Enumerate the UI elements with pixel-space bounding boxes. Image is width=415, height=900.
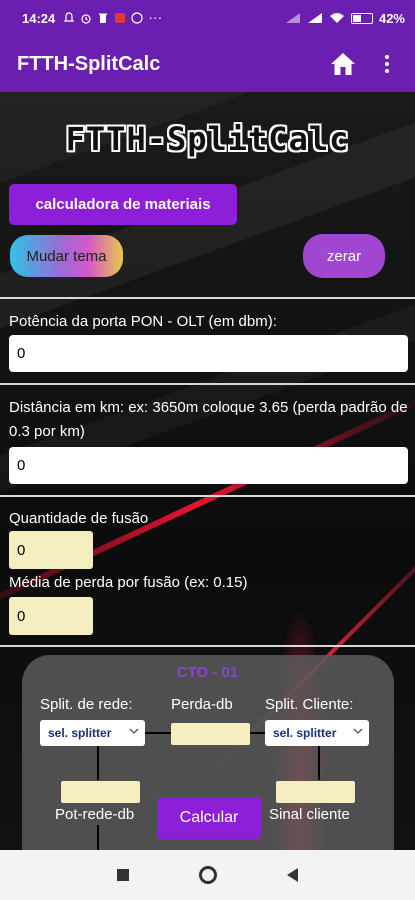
alarm-icon — [80, 12, 92, 24]
home-nav-icon[interactable] — [199, 866, 217, 884]
change-theme-button[interactable]: Mudar tema — [10, 235, 123, 277]
network-power-output — [61, 781, 140, 803]
divider — [0, 297, 415, 299]
chevron-down-icon — [129, 728, 139, 734]
cto-title: CTO - 01 — [176, 664, 239, 681]
divider — [0, 383, 415, 385]
split-network-select-value: sel. splitter — [48, 726, 112, 740]
split-network-select[interactable]: sel. splitter — [40, 720, 145, 746]
pon-power-input[interactable]: 0 — [9, 335, 408, 372]
divider — [0, 495, 415, 497]
network-power-label: Pot-rede-db — [55, 806, 135, 823]
connector-line — [318, 746, 320, 780]
app-notification-icon — [114, 12, 126, 24]
more-notifications-icon: ··· — [148, 9, 163, 25]
client-signal-output — [276, 781, 355, 803]
loss-label: Perda-db — [171, 696, 233, 713]
chevron-down-icon — [353, 728, 363, 734]
connector-line — [97, 746, 99, 780]
overflow-menu-icon[interactable] — [375, 50, 399, 78]
split-client-select-value: sel. splitter — [273, 726, 337, 740]
signal-icon-2 — [307, 13, 322, 23]
split-client-select[interactable]: sel. splitter — [265, 720, 369, 746]
battery-level: 42% — [378, 10, 405, 26]
distance-input[interactable]: 0 — [9, 447, 408, 484]
signal-icon — [285, 13, 300, 23]
app-title: FTTH-SplitCalc — [17, 52, 161, 75]
home-icon[interactable] — [329, 50, 357, 78]
battery-icon — [350, 12, 373, 24]
calculate-button[interactable]: Calcular — [157, 797, 261, 839]
fusion-loss-label: Média de perda por fusão (ex: 0.15) — [9, 574, 248, 591]
fusion-qty-input[interactable]: 0 — [9, 531, 93, 569]
loss-output — [171, 723, 250, 745]
distance-label: Distância em km: ex: 3650m coloque 3.65 … — [9, 399, 408, 440]
connector-line — [145, 732, 171, 734]
status-time: 14:24 — [22, 10, 56, 26]
connector-line — [250, 732, 265, 734]
fusion-loss-input[interactable]: 0 — [9, 597, 93, 635]
back-icon[interactable] — [287, 868, 298, 882]
wifi-icon — [329, 13, 344, 23]
trash-icon — [97, 12, 109, 24]
materials-calculator-button[interactable]: calculadora de materiais — [9, 184, 237, 225]
divider — [0, 645, 415, 647]
fusion-qty-label: Quantidade de fusão — [9, 510, 149, 527]
system-nav-bar — [0, 850, 415, 900]
pon-power-label: Potência da porta PON - OLT (em dbm): — [9, 313, 277, 330]
reset-button[interactable]: zerar — [303, 234, 385, 278]
split-client-label: Split. Cliente: — [265, 696, 354, 713]
split-network-label: Split. de rede: — [40, 696, 133, 713]
logo-title: FTTH-SplitCalc — [65, 120, 350, 158]
messenger-icon — [131, 12, 143, 24]
client-signal-label: Sinal cliente — [269, 806, 350, 823]
notification-bell-icon — [63, 12, 75, 24]
app-bar: FTTH-SplitCalc — [0, 36, 415, 92]
recent-apps-icon[interactable] — [117, 869, 129, 881]
status-bar: 14:24 ··· 42% — [0, 0, 415, 36]
